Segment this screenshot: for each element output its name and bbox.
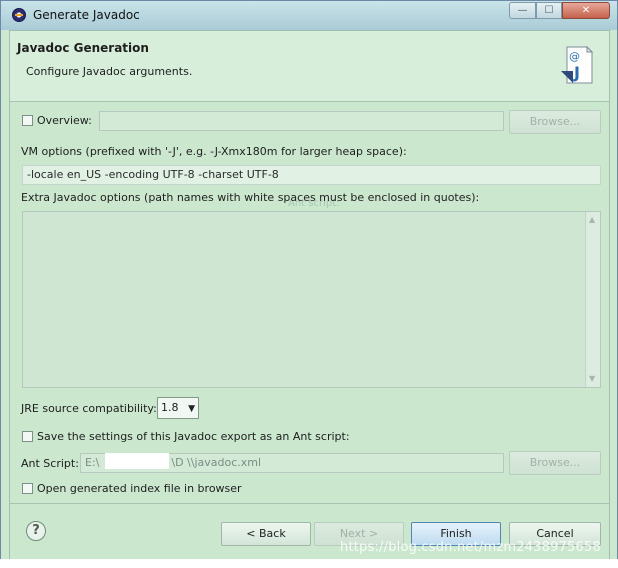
eclipse-icon xyxy=(12,8,26,22)
ant-script-path-middle: \D \ xyxy=(171,456,191,469)
help-icon[interactable]: ? xyxy=(26,521,46,541)
svg-text:J: J xyxy=(573,63,580,82)
maximize-button[interactable]: ☐ xyxy=(536,2,562,19)
background-window xyxy=(0,559,618,568)
footer-separator xyxy=(10,503,609,504)
save-settings-label: Save the settings of this Javadoc export… xyxy=(37,430,350,443)
scroll-down-icon[interactable]: ▼ xyxy=(589,374,595,383)
extra-options-textarea[interactable]: ▲ ▼ xyxy=(22,211,601,388)
generate-javadoc-dialog: Generate Javadoc — ☐ ✕ Javadoc Generatio… xyxy=(0,0,618,568)
dialog-content: Javadoc Generation Configure Javadoc arg… xyxy=(9,30,610,560)
overview-checkbox[interactable] xyxy=(22,115,33,126)
page-title: Javadoc Generation xyxy=(17,41,149,55)
page-subtitle: Configure Javadoc arguments. xyxy=(26,65,193,78)
back-button[interactable]: < Back xyxy=(221,522,311,546)
close-button[interactable]: ✕ xyxy=(562,2,610,19)
ant-script-label: Ant Script: xyxy=(21,457,79,470)
minimize-button[interactable]: — xyxy=(509,2,536,19)
scroll-up-icon[interactable]: ▲ xyxy=(589,215,595,224)
overview-browse-button[interactable]: Browse... xyxy=(509,110,601,134)
ant-script-path-suffix: \javadoc.xml xyxy=(190,456,262,469)
wizard-header: Javadoc Generation Configure Javadoc arg… xyxy=(10,31,609,102)
window-title: Generate Javadoc xyxy=(33,8,140,22)
jre-label: JRE source compatibility: xyxy=(21,402,157,415)
open-index-label: Open generated index file in browser xyxy=(37,482,242,495)
ant-script-browse-button[interactable]: Browse... xyxy=(509,451,601,475)
extra-options-scrollbar[interactable]: ▲ ▼ xyxy=(585,212,600,387)
jre-select[interactable]: 1.8 ▼ xyxy=(157,397,199,419)
ant-script-path-prefix: E:\ xyxy=(85,456,100,469)
watermark-text: https://blog.csdn.net/mzm2438975658 xyxy=(340,540,601,555)
vm-options-label: VM options (prefixed with '-J', e.g. -J-… xyxy=(21,145,407,158)
redacted-area xyxy=(105,453,169,469)
svg-text:@: @ xyxy=(569,50,580,63)
overview-input[interactable] xyxy=(99,111,504,131)
chevron-down-icon: ▼ xyxy=(188,404,195,414)
jre-selected-value: 1.8 xyxy=(161,401,179,414)
extra-options-label: Extra Javadoc options (path names with w… xyxy=(21,191,480,204)
overview-label: Overview: xyxy=(37,114,92,127)
vm-options-input[interactable]: -locale en_US -encoding UTF-8 -charset U… xyxy=(22,165,601,185)
open-index-checkbox[interactable] xyxy=(22,483,33,494)
save-settings-checkbox[interactable] xyxy=(22,431,33,442)
javadoc-icon: @ J xyxy=(561,46,593,84)
title-bar[interactable]: Generate Javadoc — ☐ ✕ xyxy=(1,1,617,30)
